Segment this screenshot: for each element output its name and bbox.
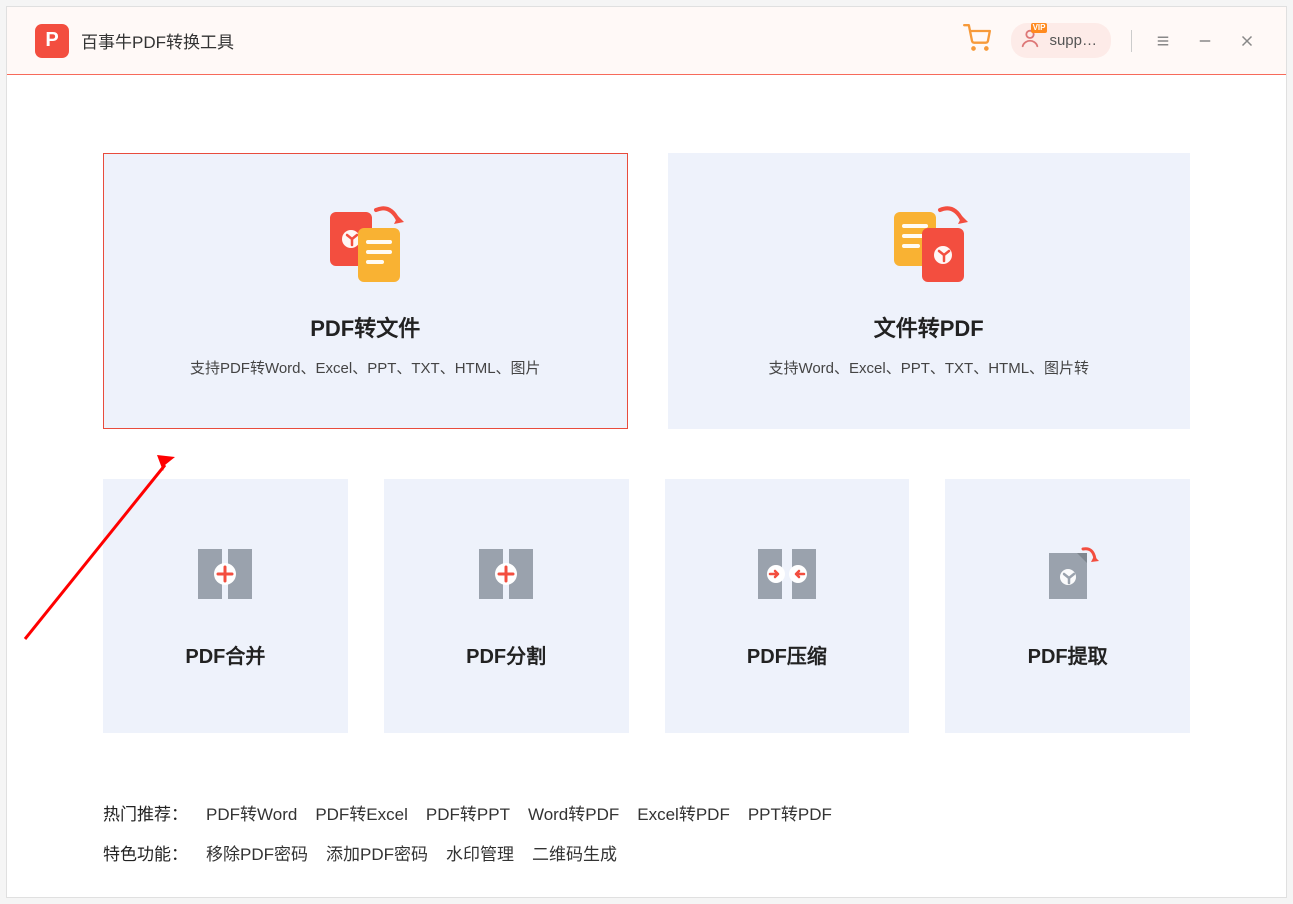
card-title: PDF分割	[466, 640, 546, 669]
card-title: PDF提取	[1028, 640, 1108, 669]
footer-links: 热门推荐： PDF转Word PDF转Excel PDF转PPT Word转PD…	[103, 795, 1190, 875]
hot-link[interactable]: PDF转Word	[206, 795, 297, 835]
feat-link[interactable]: 添加PDF密码	[326, 835, 428, 875]
pdf-merge-card[interactable]: PDF合并	[103, 479, 348, 733]
titlebar: P 百事牛PDF转换工具 VIP supp…	[7, 7, 1286, 75]
pdf-split-card[interactable]: PDF分割	[384, 479, 629, 733]
content-area: PDF转文件 支持PDF转Word、Excel、PPT、TXT、HTML、图片	[7, 75, 1286, 875]
pdf-extract-card[interactable]: PDF提取	[945, 479, 1190, 733]
app-window: P 百事牛PDF转换工具 VIP supp…	[6, 6, 1287, 898]
minimize-icon[interactable]	[1194, 30, 1216, 52]
pdf-to-file-card[interactable]: PDF转文件 支持PDF转Word、Excel、PPT、TXT、HTML、图片	[103, 153, 628, 429]
hot-link[interactable]: PDF转PPT	[426, 795, 510, 835]
hot-row: 热门推荐： PDF转Word PDF转Excel PDF转PPT Word转PD…	[103, 795, 1190, 835]
user-chip[interactable]: VIP supp…	[1011, 23, 1111, 58]
file-to-pdf-icon	[888, 204, 970, 287]
card-title: PDF转文件	[310, 311, 420, 343]
split-icon	[475, 543, 537, 610]
feat-link[interactable]: 二维码生成	[532, 835, 617, 875]
file-to-pdf-card[interactable]: 文件转PDF 支持Word、Excel、PPT、TXT、HTML、图片转	[668, 153, 1191, 429]
feat-link[interactable]: 移除PDF密码	[206, 835, 308, 875]
hot-link[interactable]: PDF转Excel	[315, 795, 408, 835]
user-name: supp…	[1049, 32, 1097, 49]
user-avatar-icon: VIP	[1019, 27, 1041, 54]
extract-icon	[1037, 543, 1099, 610]
hot-link[interactable]: Excel转PDF	[637, 795, 730, 835]
card-title: PDF合并	[185, 640, 265, 669]
pdf-compress-card[interactable]: PDF压缩	[665, 479, 910, 733]
menu-icon[interactable]	[1152, 30, 1174, 52]
hot-link[interactable]: Word转PDF	[528, 795, 619, 835]
titlebar-right: VIP supp…	[963, 23, 1258, 58]
merge-icon	[194, 543, 256, 610]
big-card-row: PDF转文件 支持PDF转Word、Excel、PPT、TXT、HTML、图片	[103, 153, 1190, 429]
close-icon[interactable]	[1236, 30, 1258, 52]
hot-label: 热门推荐：	[103, 795, 188, 835]
app-title: 百事牛PDF转换工具	[81, 28, 234, 53]
feat-label: 特色功能：	[103, 835, 188, 875]
pdf-to-file-icon	[324, 204, 406, 287]
feat-link[interactable]: 水印管理	[446, 835, 514, 875]
card-subtitle: 支持PDF转Word、Excel、PPT、TXT、HTML、图片	[190, 357, 541, 378]
card-subtitle: 支持Word、Excel、PPT、TXT、HTML、图片转	[768, 357, 1089, 378]
hot-link[interactable]: PPT转PDF	[748, 795, 832, 835]
card-title: PDF压缩	[747, 640, 827, 669]
titlebar-left: P 百事牛PDF转换工具	[35, 24, 234, 58]
app-logo-icon: P	[35, 24, 69, 58]
separator	[1131, 30, 1132, 52]
small-card-row: PDF合并 PDF分割	[103, 479, 1190, 733]
compress-icon	[756, 543, 818, 610]
vip-badge: VIP	[1031, 23, 1048, 33]
feat-row: 特色功能： 移除PDF密码 添加PDF密码 水印管理 二维码生成	[103, 835, 1190, 875]
cart-icon[interactable]	[963, 24, 991, 57]
card-title: 文件转PDF	[874, 311, 984, 343]
